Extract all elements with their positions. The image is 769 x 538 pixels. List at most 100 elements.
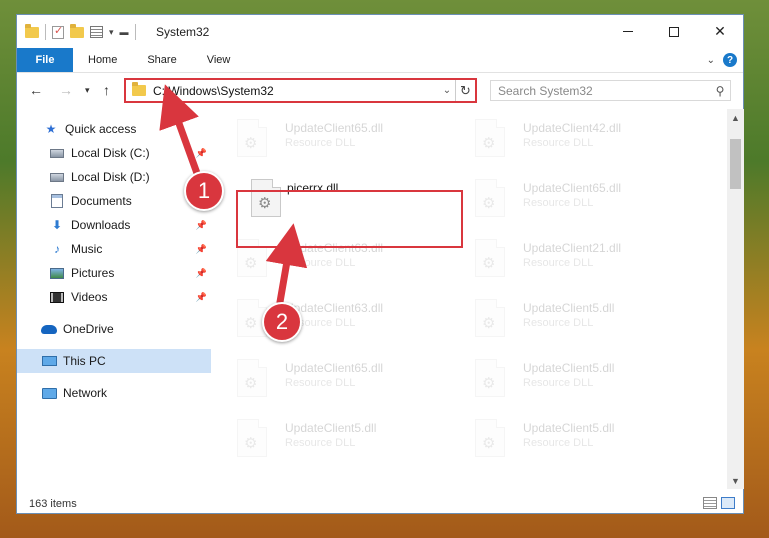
recent-locations-icon[interactable]: ▾ xyxy=(85,85,90,96)
gear-icon: ⚙ xyxy=(244,135,258,152)
details-view-icon[interactable] xyxy=(703,497,717,509)
file-name: UpdateClient5.dll xyxy=(523,301,615,315)
folder-icon xyxy=(132,82,146,96)
file-item[interactable]: ⚙ UpdateClient65.dll Resource DLL xyxy=(227,349,457,401)
new-folder-icon[interactable] xyxy=(70,23,84,38)
tab-file[interactable]: File xyxy=(17,48,73,72)
sidebar-item-videos[interactable]: Videos 📌 xyxy=(17,285,211,309)
file-item[interactable]: ⚙ UpdateClient5.dll Resource DLL xyxy=(465,409,695,461)
address-bar[interactable]: C:\Windows\System32 ⌄ ↻ xyxy=(124,78,477,103)
file-item[interactable]: ⚙ UpdateClient5.dll Resource DLL xyxy=(465,289,695,341)
toolbar-separator xyxy=(45,24,46,40)
explorer-window: ▾ ▬ System32 ✕ File Home Share View ⌄ ? … xyxy=(16,14,744,514)
up-arrow-icon[interactable]: ↑ xyxy=(103,82,110,98)
file-item[interactable]: ⚙ UpdateClient63.dll Resource DLL xyxy=(227,289,457,341)
scroll-up-icon[interactable]: ▲ xyxy=(727,109,744,126)
file-type: Resource DLL xyxy=(523,377,594,389)
dll-file-icon: ⚙ xyxy=(475,119,505,157)
refresh-icon[interactable]: ↻ xyxy=(455,80,475,101)
search-input[interactable] xyxy=(491,83,710,98)
properties-icon[interactable] xyxy=(90,26,103,38)
ribbon-right-controls: ⌄ ? xyxy=(707,48,743,72)
dll-file-icon: ⚙ xyxy=(475,239,505,277)
file-name: UpdateClient42.dll xyxy=(523,121,622,135)
chevron-down-icon[interactable]: ▾ xyxy=(109,27,114,38)
sidebar-item-music[interactable]: ♪ Music 📌 xyxy=(17,237,211,261)
file-item[interactable]: ⚙ UpdateClient21.dll Resource DLL xyxy=(465,229,695,281)
sidebar-item-quick-access[interactable]: ★ Quick access xyxy=(17,117,211,141)
search-box[interactable]: ⚲ xyxy=(490,80,731,101)
help-icon[interactable]: ? xyxy=(723,53,737,67)
sidebar-item-label: Quick access xyxy=(65,122,137,136)
sidebar-item-local-disk-c[interactable]: Local Disk (C:) 📌 xyxy=(17,141,211,165)
file-type: Resource DLL xyxy=(285,437,356,449)
music-icon: ♪ xyxy=(54,242,60,256)
toolbar-separator xyxy=(134,24,136,40)
sidebar-item-pictures[interactable]: Pictures 📌 xyxy=(17,261,211,285)
tab-home[interactable]: Home xyxy=(73,48,132,72)
expand-ribbon-icon[interactable]: ⌄ xyxy=(707,55,715,66)
step-1-badge: 1 xyxy=(184,171,224,211)
vertical-scrollbar[interactable]: ▲ ▼ xyxy=(727,109,744,489)
sidebar-item-downloads[interactable]: ⬇ Downloads 📌 xyxy=(17,213,211,237)
sidebar-item-label: Local Disk (D:) xyxy=(71,170,150,184)
file-type: Resource DLL xyxy=(285,377,356,389)
file-type: Resource DLL xyxy=(523,137,594,149)
step-2-badge: 2 xyxy=(262,302,302,342)
sidebar-item-local-disk-d[interactable]: Local Disk (D:) xyxy=(17,165,211,189)
maximize-button[interactable] xyxy=(651,15,697,48)
gear-icon: ⚙ xyxy=(482,135,496,152)
file-item[interactable]: ⚙ UpdateClient5.dll Resource DLL xyxy=(227,409,457,461)
tab-share[interactable]: Share xyxy=(132,48,191,72)
drive-icon xyxy=(49,170,65,184)
file-type: Resource DLL xyxy=(523,197,594,209)
status-bar: 163 items xyxy=(17,493,743,515)
computer-icon xyxy=(41,354,57,368)
sidebar-item-this-pc[interactable]: This PC xyxy=(17,349,211,373)
onedrive-icon xyxy=(41,322,57,336)
tab-view[interactable]: View xyxy=(192,48,246,72)
file-item[interactable]: ⚙ UpdateClient42.dll Resource DLL xyxy=(465,109,695,161)
maximize-icon xyxy=(669,26,679,37)
back-arrow-icon[interactable]: ← xyxy=(29,82,43,98)
file-name: UpdateClient65.dll xyxy=(285,121,384,135)
window-title: System32 xyxy=(156,25,210,39)
sidebar-item-label: Network xyxy=(63,386,108,400)
pin-icon: 📌 xyxy=(195,219,207,230)
sidebar-item-label: Pictures xyxy=(71,266,115,280)
file-item[interactable]: ⚙ UpdateClient65.dll Resource DLL xyxy=(227,109,457,161)
forward-arrow-icon[interactable]: → xyxy=(59,82,73,98)
file-name: UpdateClient65.dll xyxy=(523,181,622,195)
sidebar-item-network[interactable]: Network xyxy=(17,381,211,405)
close-button[interactable]: ✕ xyxy=(697,15,743,48)
navigation-pane: ★ Quick access Local Disk (C:) 📌 Local D… xyxy=(17,115,211,487)
pin-icon: 📌 xyxy=(195,147,207,158)
search-icon[interactable]: ⚲ xyxy=(710,84,730,98)
minimize-icon xyxy=(623,31,633,32)
dll-file-icon: ⚙ xyxy=(475,179,505,217)
minimize-button[interactable] xyxy=(605,15,651,48)
gear-icon: ⚙ xyxy=(482,195,496,212)
sidebar-item-label: OneDrive xyxy=(63,322,114,336)
videos-icon xyxy=(49,290,65,304)
gear-icon: ⚙ xyxy=(244,255,258,272)
large-icons-view-icon[interactable] xyxy=(721,497,735,509)
file-item[interactable]: ⚙ UpdateClient5.dll Resource DLL xyxy=(465,349,695,401)
chevron-down-icon[interactable]: ⌄ xyxy=(439,85,455,96)
file-name: UpdateClient5.dll xyxy=(523,421,615,435)
pin-icon: 📌 xyxy=(195,291,207,302)
customize-toolbar-icon[interactable]: ▬ xyxy=(120,27,129,37)
documents-icon xyxy=(49,194,65,208)
title-bar: ▾ ▬ System32 ✕ xyxy=(17,15,743,48)
sidebar-item-documents[interactable]: Documents 📌 xyxy=(17,189,211,213)
selected-file-highlight xyxy=(236,190,463,248)
file-item[interactable]: ⚙ UpdateClient65.dll Resource DLL xyxy=(465,169,695,221)
scroll-down-icon[interactable]: ▼ xyxy=(727,472,744,489)
dll-file-icon: ⚙ xyxy=(475,419,505,457)
gear-icon: ⚙ xyxy=(244,375,258,392)
sidebar-item-onedrive[interactable]: OneDrive xyxy=(17,317,211,341)
scroll-thumb[interactable] xyxy=(730,139,741,189)
file-type: Resource DLL xyxy=(285,257,356,269)
properties-check-icon[interactable] xyxy=(52,24,64,39)
address-path[interactable]: C:\Windows\System32 xyxy=(153,84,439,98)
